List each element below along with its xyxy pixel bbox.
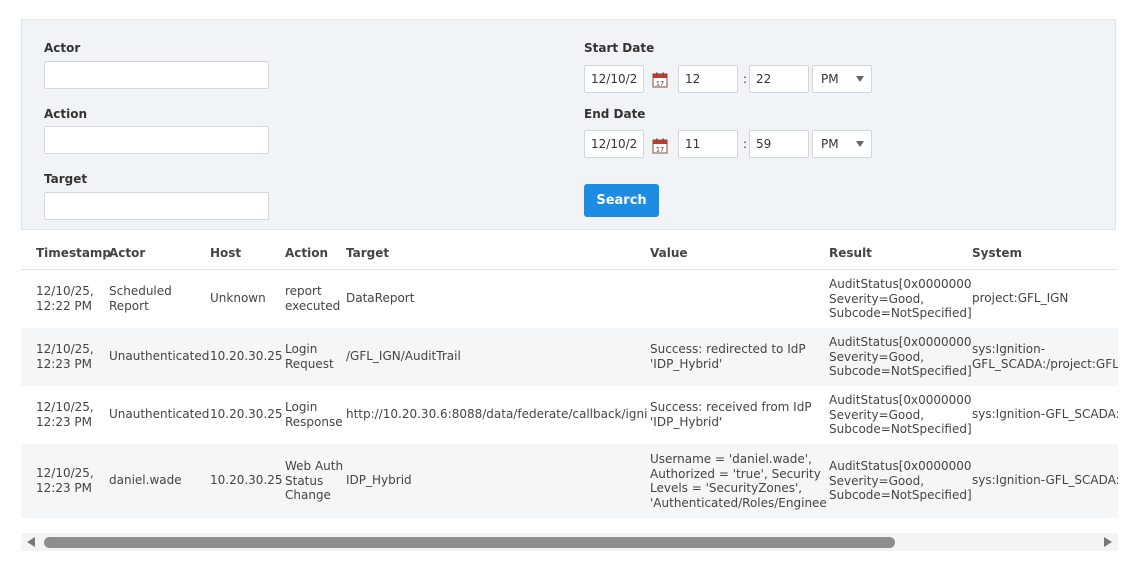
cell-system: project:GFL_IGN [972,291,1069,305]
cell-system: sys:Ignition-GFL_SCADA:/project:GFL_IGN [972,342,1118,371]
cell-value: Success: received from IdP 'IDP_Hybrid' [650,400,812,429]
header-target[interactable]: Target [346,246,389,260]
cell-target: IDP_Hybrid [346,473,412,487]
table-row[interactable]: 12/10/25, 12:23 PM daniel.wade 10.20.30.2… [21,444,1118,518]
end-minute-input[interactable] [749,130,809,158]
cell-timestamp: 12/10/25, 12:22 PM [36,284,94,313]
table-row[interactable]: 12/10/25, 12:23 PM Unauthenticated 10.20.… [21,386,1118,444]
cell-system: sys:Ignition-GFL_SCADA:/project:GFL_IGN [972,407,1118,421]
cell-actor: Unauthenticated [109,349,209,363]
action-label: Action [44,107,88,121]
arrow-left-icon[interactable] [27,537,35,547]
cell-actor: daniel.wade [109,473,182,487]
start-time-colon: : [743,72,748,86]
cell-value: Success: redirected to IdP 'IDP_Hybrid' [650,342,806,371]
target-label: Target [44,172,88,186]
cell-value: Username = 'daniel.wade', Authorized = 't… [650,452,828,510]
calendar-icon[interactable]: 17 [652,138,668,154]
actor-label: Actor [44,41,81,55]
start-date-label: Start Date [584,41,655,55]
cell-host: Unknown [210,291,266,305]
cell-target: http://10.20.30.6:8088/data/federate/cal… [346,407,648,421]
svg-text:17: 17 [656,80,664,88]
target-input[interactable] [44,192,269,220]
filter-panel: Actor Action Target Start Date 17 : PM E… [21,19,1116,230]
end-time-colon: : [743,137,748,151]
cell-action: Web Auth Status Change [285,459,344,502]
end-ampm-select[interactable]: PM [812,130,872,158]
cell-action: Login Response [285,400,343,429]
end-date-input[interactable] [584,130,644,158]
start-minute-input[interactable] [749,65,809,93]
cell-actor: Unauthenticated [109,407,209,421]
cell-actor: Scheduled Report [109,284,172,313]
cell-action: report executed [285,284,341,313]
cell-system: sys:Ignition-GFL_SCADA:/project:GFL_IGN [972,473,1118,487]
cell-target: DataReport [346,291,415,305]
horizontal-scrollbar[interactable] [21,533,1118,551]
cell-timestamp: 12/10/25, 12:23 PM [36,342,94,371]
cell-result: AuditStatus[0x00000000, Severity=Good, Sub… [829,335,971,378]
cell-result: AuditStatus[0x00000000, Severity=Good, Sub… [829,277,971,320]
cell-host: 10.20.30.251 [210,349,284,363]
cell-timestamp: 12/10/25, 12:23 PM [36,400,94,429]
arrow-right-icon[interactable] [1104,537,1112,547]
start-ampm-value: PM [821,72,839,86]
chevron-down-icon [856,76,864,82]
actor-input[interactable] [44,61,269,89]
header-result[interactable]: Result [829,246,872,260]
search-button[interactable]: Search [584,184,659,217]
scrollbar-thumb[interactable] [44,537,895,548]
header-value[interactable]: Value [650,246,688,260]
cell-target: /GFL_IGN/AuditTrail [346,349,461,363]
header-actor[interactable]: Actor [109,246,145,260]
end-hour-input[interactable] [678,130,738,158]
end-date-label: End Date [584,107,646,121]
table-header: Timestamp Actor Host Action Target Value… [21,233,1118,270]
header-system[interactable]: System [972,246,1022,260]
table-row[interactable]: 12/10/25, 12:23 PM Unauthenticated 10.20.… [21,328,1118,386]
header-timestamp[interactable]: Timestamp [36,246,111,260]
calendar-icon[interactable]: 17 [652,72,668,88]
cell-action: Login Request [285,342,334,371]
cell-host: 10.20.30.251 [210,407,284,421]
end-ampm-value: PM [821,137,839,151]
header-host[interactable]: Host [210,246,241,260]
audit-table: Timestamp Actor Host Action Target Value… [21,233,1118,518]
start-date-input[interactable] [584,65,644,93]
table-row[interactable]: 12/10/25, 12:22 PM Scheduled Report Unknow… [21,270,1118,328]
cell-host: 10.20.30.251 [210,473,284,487]
header-action[interactable]: Action [285,246,328,260]
start-hour-input[interactable] [678,65,738,93]
cell-result: AuditStatus[0x00000000, Severity=Good, Sub… [829,393,971,436]
svg-text:17: 17 [656,146,664,154]
cell-timestamp: 12/10/25, 12:23 PM [36,466,94,495]
chevron-down-icon [856,141,864,147]
cell-result: AuditStatus[0x00000000, Severity=Good, Sub… [829,459,971,502]
action-input[interactable] [44,126,269,154]
start-ampm-select[interactable]: PM [812,65,872,93]
